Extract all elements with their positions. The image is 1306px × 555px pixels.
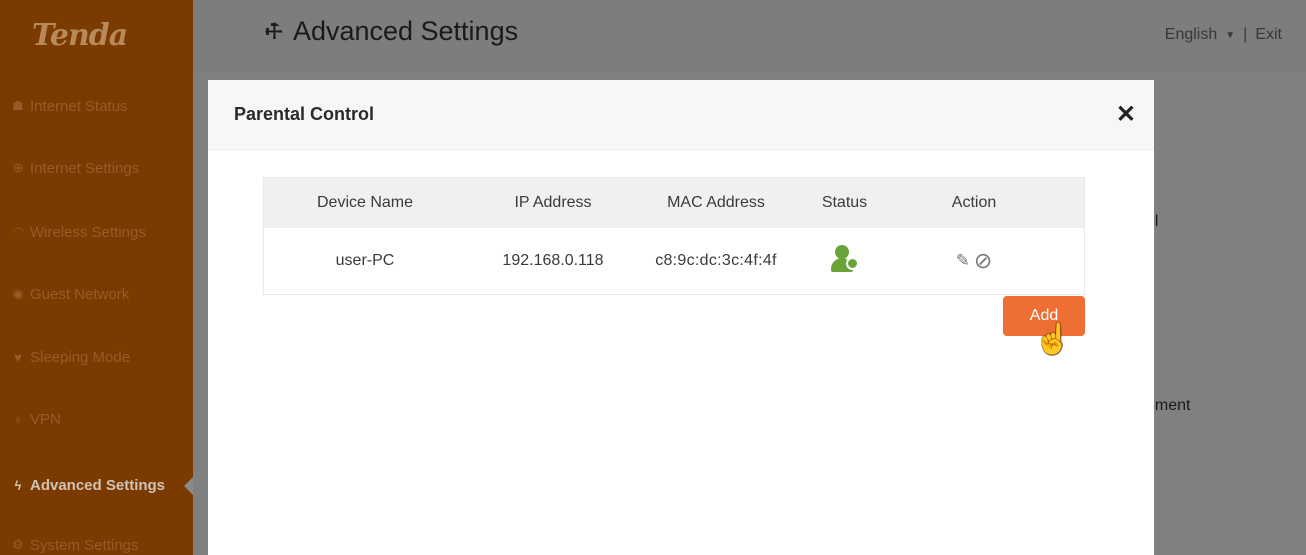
sidebar: Tenda ☗ Internet Status ⊕ Internet Setti… (0, 0, 193, 555)
edit-pencil-icon[interactable]: ✎ (956, 251, 970, 271)
column-header-status: Status (821, 194, 868, 211)
wrench-icon: ϟ (14, 477, 22, 493)
ip-address-cell: 192.168.0.118 (502, 252, 604, 269)
action-cell: ✎ ⊘ (897, 248, 1051, 274)
wifi-icon: ◠ (12, 224, 24, 239)
vpn-icon: ♀ (13, 411, 23, 427)
exit-link[interactable]: Exit (1255, 26, 1282, 44)
sidebar-item-vpn[interactable]: ♀ VPN (0, 399, 193, 439)
guest-icon: ◉ (12, 286, 24, 301)
column-header-mac-address: MAC Address (667, 194, 765, 211)
sidebar-item-label: Wireless Settings (30, 223, 146, 241)
sidebar-item-label: Internet Status (30, 97, 128, 115)
globe-icon: ⊕ (12, 160, 24, 175)
column-header-ip-address: IP Address (514, 194, 592, 211)
dialog-header: Parental Control ✕ (208, 80, 1154, 150)
device-table: Device Name IP Address MAC Address Statu… (263, 177, 1085, 295)
header-controls: English ▼ | Exit (1165, 26, 1282, 44)
table-header-row: Device Name IP Address MAC Address Statu… (264, 178, 1084, 228)
active-indicator (184, 477, 193, 495)
chevron-down-icon[interactable]: ▼ (1225, 30, 1235, 41)
online-user-icon (829, 244, 861, 273)
sidebar-item-label: VPN (30, 410, 61, 428)
header-separator: | (1243, 26, 1248, 43)
top-header: ⚒ Advanced Settings English ▼ | Exit (193, 0, 1306, 73)
parental-control-dialog: Parental Control ✕ Device Name IP Addres… (208, 80, 1154, 555)
sidebar-item-system-settings[interactable]: ⚙ System Settings (0, 525, 193, 555)
column-header-device-name: Device Name (316, 194, 414, 211)
sidebar-item-label: Internet Settings (30, 159, 140, 177)
column-header-action: Action (951, 194, 997, 211)
sidebar-item-internet-settings[interactable]: ⊕ Internet Settings (0, 148, 193, 188)
sidebar-item-sleeping-mode[interactable]: ♥ Sleeping Mode (0, 337, 193, 377)
sidebar-item-wireless-settings[interactable]: ◠ Wireless Settings (0, 212, 193, 252)
table-row: user-PC 192.168.0.118 c8:9c:dc:3c:4f:4f … (264, 228, 1084, 294)
status-cell (792, 244, 897, 278)
sidebar-item-guest-network[interactable]: ◉ Guest Network (0, 274, 193, 314)
close-icon[interactable]: ✕ (1116, 100, 1136, 129)
sidebar-item-label: Sleeping Mode (30, 348, 131, 366)
gear-icon: ⚙ (12, 537, 24, 552)
page-title: ⚒ Advanced Settings (260, 16, 519, 47)
page-title-text: Advanced Settings (292, 16, 519, 46)
device-name-cell: user-PC (335, 252, 395, 269)
sidebar-item-label: Guest Network (30, 285, 130, 303)
mac-address-cell: c8:9c:dc:3c:4f:4f (655, 252, 777, 269)
disable-icon[interactable]: ⊘ (974, 248, 992, 274)
sleep-icon: ♥ (14, 349, 22, 365)
hand-pointer-icon: ☝ (1034, 323, 1072, 356)
router-icon: ☗ (12, 98, 24, 113)
wrench-icon: ⚒ (260, 17, 289, 46)
dialog-title: Parental Control (234, 104, 375, 124)
sidebar-item-advanced-settings[interactable]: ϟ Advanced Settings (0, 465, 193, 505)
sidebar-item-internet-status[interactable]: ☗ Internet Status (0, 86, 193, 126)
sidebar-item-label: Advanced Settings (30, 476, 166, 494)
sidebar-item-label: System Settings (30, 536, 139, 554)
tenda-logo: Tenda (32, 18, 128, 53)
language-select[interactable]: English (1165, 26, 1217, 44)
